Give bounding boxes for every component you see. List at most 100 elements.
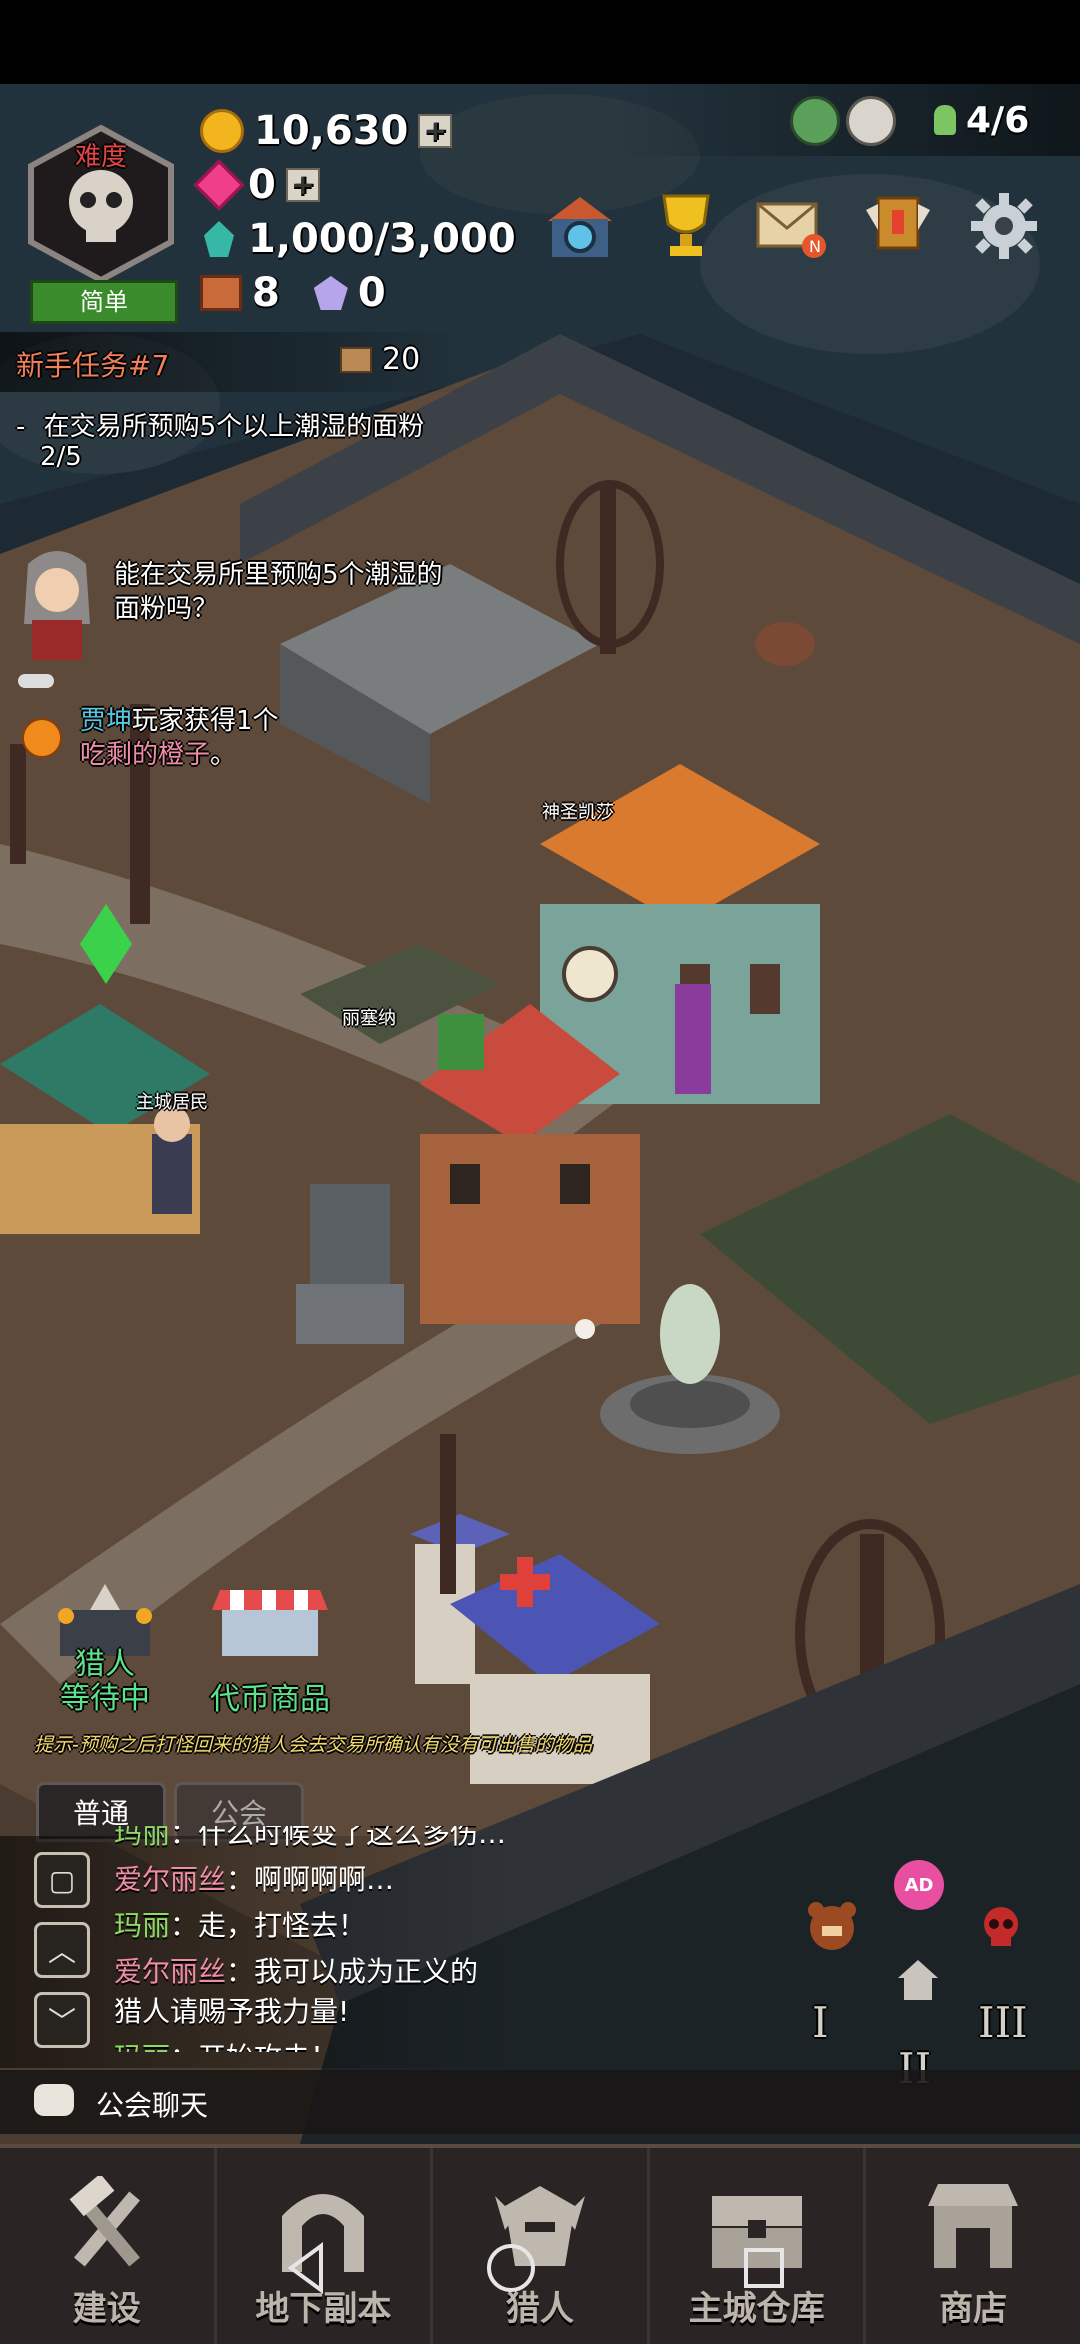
add-gold-button[interactable]: + <box>418 114 453 148</box>
chat-scroll-up-button[interactable]: ︿ <box>34 1922 90 1978</box>
resource-panel: 10,630 + 0 + 1,000/3,000 8 0 <box>193 104 516 320</box>
trophy-button[interactable] <box>646 186 726 266</box>
quest-task: - 在交易所预购5个以上潮湿的面粉 <box>16 406 424 443</box>
floor-3-button[interactable]: III <box>978 1998 1028 2047</box>
top-menu: N <box>540 186 1044 266</box>
dialog-more-icon[interactable] <box>18 674 54 688</box>
nav-shop-label: 商店 <box>939 2289 1008 2329</box>
shop-stall-icon <box>918 2171 1028 2281</box>
quest-reward: 20 <box>340 342 420 377</box>
bottom-navigation: 建设 地下副本 猎人 主城仓库 商店 <box>0 2144 1080 2344</box>
settings-button[interactable] <box>964 186 1044 266</box>
energy-crystal-icon <box>204 221 234 257</box>
status-bar <box>0 0 1080 84</box>
nav-build[interactable]: 建设 <box>0 2148 217 2344</box>
items-row: 8 0 <box>200 266 516 320</box>
chat-scroll-down-button[interactable]: ﹀ <box>34 1992 90 2048</box>
chest-count: 8 <box>252 270 280 316</box>
chat-sender: 爱尔丽丝 <box>114 1955 227 1988</box>
chat-message: 玛丽：走，打怪去！ <box>114 1904 534 1944</box>
orange-icon <box>22 718 62 758</box>
quest-progress: 2/5 <box>40 442 82 472</box>
nav-hunter[interactable]: 猎人 <box>433 2148 650 2344</box>
chat-sender: 玛丽 <box>114 1826 171 1850</box>
chat-sender: 玛丽 <box>114 1909 171 1942</box>
camera-house-icon <box>548 197 612 257</box>
resident-label: 主城居民 <box>136 1092 208 1113</box>
item-notification: 贾坤玩家获得1个 吃剩的橙子。 <box>80 704 320 772</box>
hunter-count-value: 4/6 <box>966 99 1030 141</box>
mail-button[interactable]: N <box>752 186 832 266</box>
home-icon[interactable] <box>894 1956 942 2002</box>
npc-portrait[interactable] <box>14 544 100 664</box>
hunter-waiting-line1: 猎人 <box>75 1647 135 1682</box>
goblin-avatar-icon[interactable] <box>790 96 840 146</box>
hunter-count[interactable]: 4/6 <box>934 96 1029 144</box>
npc-woman-avatar <box>24 551 90 660</box>
nav-shop[interactable]: 商店 <box>866 2148 1080 2344</box>
quest-task-text: 在交易所预购5个以上潮湿的面粉 <box>43 412 425 442</box>
npc-dialog: 能在交易所里预购5个潮湿的面粉吗？ <box>114 560 443 624</box>
chat-window-toggle-button[interactable]: ▢ <box>34 1852 90 1908</box>
notification-text: 玩家获得1个 <box>132 706 279 736</box>
chat-message: 爱尔丽丝：啊啊啊啊… <box>114 1858 534 1898</box>
red-skull-icon[interactable] <box>978 1904 1024 1950</box>
add-gem-button[interactable]: + <box>285 168 320 202</box>
system-home-icon[interactable] <box>481 2238 541 2298</box>
difficulty-value: 简单 <box>30 280 178 324</box>
energy-row: 1,000/3,000 <box>200 212 516 266</box>
gold-amount: 10,630 <box>254 108 409 154</box>
chat-text: 我可以成为正义的 <box>254 1955 479 1988</box>
sheep-avatar-icon[interactable] <box>846 96 896 146</box>
system-recents-icon[interactable] <box>734 2238 794 2298</box>
chat-message-continued: 猎人请赐予我力量! <box>114 1990 534 2030</box>
guild-button[interactable] <box>858 186 938 266</box>
chat-sep: ： <box>170 2041 198 2052</box>
system-back-icon[interactable] <box>277 2238 337 2298</box>
treasure-chest-icon <box>200 275 242 311</box>
token-shop-button[interactable]: 代币商品 <box>200 1580 340 1720</box>
chat-sep: ： <box>170 1826 199 1850</box>
crystal-count: 0 <box>357 270 386 316</box>
hammer-icon <box>52 2171 162 2281</box>
gold-coin-icon <box>200 109 244 153</box>
church-name-label: 神圣凯莎 <box>542 802 614 823</box>
hunter-waiting-line2: 等待中 <box>60 1681 150 1716</box>
trophy-icon <box>662 194 710 256</box>
floor-1-button[interactable]: I <box>812 1998 829 2047</box>
chat-text: 猎人请赐予我力量! <box>114 1995 350 2028</box>
pink-gem-icon <box>193 159 245 211</box>
gem-row: 0 + <box>193 158 516 212</box>
quest-title: 新手任务#7 <box>16 349 170 382</box>
chat-text: 什么时候变了这么多伤… <box>198 1826 507 1850</box>
quest-bullet: - <box>16 412 26 442</box>
nav-warehouse[interactable]: 主城仓库 <box>650 2148 867 2344</box>
notification-item: 吃剩的橙子 <box>80 740 211 770</box>
difficulty-badge[interactable]: 难度 简单 <box>26 124 178 324</box>
chat-sender: 爱尔丽丝 <box>114 1863 227 1896</box>
mail-scroll-icon: N <box>756 202 826 258</box>
nav-dungeon[interactable]: 地下副本 <box>217 2148 434 2344</box>
ad-bonus-icon[interactable]: AD <box>894 1860 944 1910</box>
svg-text:N: N <box>809 237 821 256</box>
chat-sep: ： <box>226 1955 255 1988</box>
chat-sep: ： <box>226 1863 255 1896</box>
chat-sep: ： <box>170 1909 199 1942</box>
camera-shop-button[interactable] <box>540 186 620 266</box>
gold-row: 10,630 + <box>200 104 516 158</box>
guild-chat-bar[interactable]: 公会聊天 <box>0 2070 1080 2134</box>
bear-monster-icon[interactable] <box>804 1898 860 1954</box>
diamond-icon <box>313 276 348 310</box>
chat-messages[interactable]: 玛丽：什么时候变了这么多伤… 爱尔丽丝：啊啊啊啊… 玛丽：走，打怪去！ 爱尔丽丝… <box>114 1826 534 2052</box>
guild-chat-label: 公会聊天 <box>96 2089 209 2122</box>
reward-icon <box>340 346 372 373</box>
statue-name-label: 丽塞纳 <box>342 1008 396 1029</box>
hunter-waiting-button[interactable]: 猎人 等待中 <box>40 1580 170 1720</box>
guild-crest-icon <box>866 196 930 250</box>
tip-text: 提示-预购之后打怪回来的猎人会去交易所确认有没有可出售的物品 <box>34 1734 592 1756</box>
notification-player: 贾坤 <box>80 706 133 736</box>
token-shop-label: 代币商品 <box>210 1682 330 1717</box>
chat-message: 玛丽：什么时候变了这么多伤… <box>114 1826 534 1852</box>
chat-text: 开始攻击！ <box>198 2041 338 2052</box>
energy-amount: 1,000/3,000 <box>248 216 516 262</box>
